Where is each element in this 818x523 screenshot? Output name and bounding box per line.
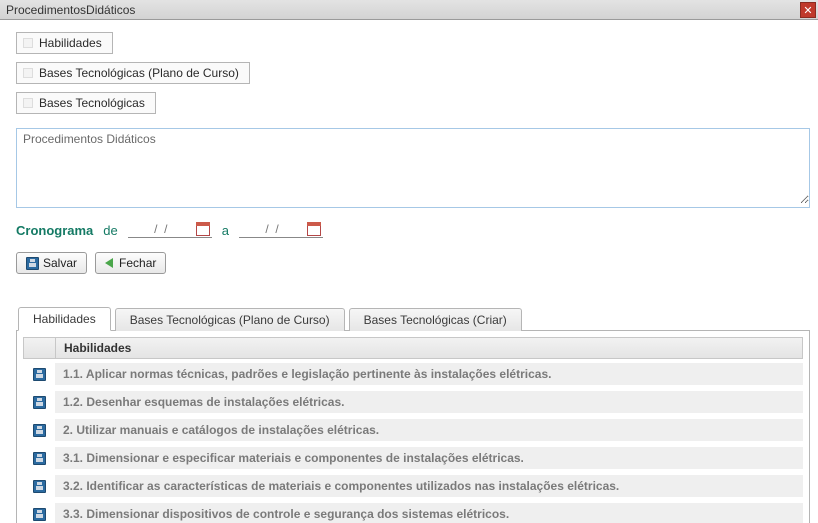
date-from-wrapper bbox=[128, 222, 212, 238]
grid-header-title: Habilidades bbox=[56, 338, 802, 358]
tab-label: Habilidades bbox=[33, 312, 96, 326]
pill-bases[interactable]: Bases Tecnológicas bbox=[16, 92, 156, 114]
cronograma-label: Cronograma bbox=[16, 223, 93, 238]
tab-label: Bases Tecnológicas (Plano de Curso) bbox=[130, 313, 330, 327]
procedimentos-textarea[interactable] bbox=[17, 146, 809, 204]
cronograma-row: Cronograma de a bbox=[16, 222, 810, 238]
table-row: 1.1. Aplicar normas técnicas, padrões e … bbox=[23, 361, 803, 387]
pill-dot-icon bbox=[23, 38, 33, 48]
row-text: 1.1. Aplicar normas técnicas, padrões e … bbox=[55, 363, 803, 385]
grid-header: Habilidades bbox=[23, 337, 803, 359]
row-save-button[interactable] bbox=[23, 396, 55, 409]
date-from-input[interactable] bbox=[130, 222, 192, 236]
tab-bases-criar[interactable]: Bases Tecnológicas (Criar) bbox=[349, 308, 522, 331]
calendar-icon[interactable] bbox=[196, 222, 210, 236]
row-save-button[interactable] bbox=[23, 368, 55, 381]
grid-header-icon-cell bbox=[24, 338, 56, 358]
content-viewport: Habilidades Bases Tecnológicas (Plano de… bbox=[0, 20, 818, 523]
row-text: 2. Utilizar manuais e catálogos de insta… bbox=[55, 419, 803, 441]
salvar-button[interactable]: Salvar bbox=[16, 252, 87, 274]
cronograma-a: a bbox=[222, 223, 229, 238]
button-row: Salvar Fechar bbox=[16, 252, 810, 274]
save-icon bbox=[33, 368, 46, 381]
grid-panel: Habilidades 1.1. Aplicar normas técnicas… bbox=[16, 331, 810, 523]
calendar-icon[interactable] bbox=[307, 222, 321, 236]
row-text: 1.2. Desenhar esquemas de instalações el… bbox=[55, 391, 803, 413]
pill-label: Habilidades bbox=[39, 36, 102, 50]
save-icon bbox=[33, 452, 46, 465]
row-text: 3.2. Identificar as características de m… bbox=[55, 475, 803, 497]
window-titlebar: ProcedimentosDidáticos ✕ bbox=[0, 0, 818, 20]
date-to-input[interactable] bbox=[241, 222, 303, 236]
table-row: 3.1. Dimensionar e especificar materiais… bbox=[23, 445, 803, 471]
row-save-button[interactable] bbox=[23, 424, 55, 437]
pill-label: Bases Tecnológicas (Plano de Curso) bbox=[39, 66, 239, 80]
pill-habilidades[interactable]: Habilidades bbox=[16, 32, 113, 54]
row-save-button[interactable] bbox=[23, 480, 55, 493]
table-row: 1.2. Desenhar esquemas de instalações el… bbox=[23, 389, 803, 415]
tabstrip: Habilidades Bases Tecnológicas (Plano de… bbox=[16, 306, 810, 331]
table-row: 2. Utilizar manuais e catálogos de insta… bbox=[23, 417, 803, 443]
save-icon bbox=[26, 257, 39, 270]
group-label: Procedimentos Didáticos bbox=[17, 129, 809, 146]
pill-dot-icon bbox=[23, 98, 33, 108]
date-to-wrapper bbox=[239, 222, 323, 238]
row-save-button[interactable] bbox=[23, 508, 55, 521]
pill-dot-icon bbox=[23, 68, 33, 78]
salvar-label: Salvar bbox=[43, 256, 77, 270]
row-save-button[interactable] bbox=[23, 452, 55, 465]
table-row: 3.2. Identificar as características de m… bbox=[23, 473, 803, 499]
save-icon bbox=[33, 396, 46, 409]
save-icon bbox=[33, 508, 46, 521]
row-text: 3.3. Dimensionar dispositivos de control… bbox=[55, 503, 803, 523]
close-icon[interactable]: ✕ bbox=[800, 2, 816, 18]
procedimentos-group: Procedimentos Didáticos bbox=[16, 128, 810, 208]
table-row: 3.3. Dimensionar dispositivos de control… bbox=[23, 501, 803, 523]
window-title: ProcedimentosDidáticos bbox=[6, 3, 135, 17]
save-icon bbox=[33, 480, 46, 493]
fechar-label: Fechar bbox=[119, 256, 156, 270]
pill-label: Bases Tecnológicas bbox=[39, 96, 145, 110]
tab-label: Bases Tecnológicas (Criar) bbox=[364, 313, 507, 327]
cronograma-de: de bbox=[103, 223, 117, 238]
save-icon bbox=[33, 424, 46, 437]
tab-habilidades[interactable]: Habilidades bbox=[18, 307, 111, 331]
row-text: 3.1. Dimensionar e especificar materiais… bbox=[55, 447, 803, 469]
back-arrow-icon bbox=[105, 258, 113, 268]
tab-bases-plano[interactable]: Bases Tecnológicas (Plano de Curso) bbox=[115, 308, 345, 331]
fechar-button[interactable]: Fechar bbox=[95, 252, 166, 274]
pill-bases-plano[interactable]: Bases Tecnológicas (Plano de Curso) bbox=[16, 62, 250, 84]
